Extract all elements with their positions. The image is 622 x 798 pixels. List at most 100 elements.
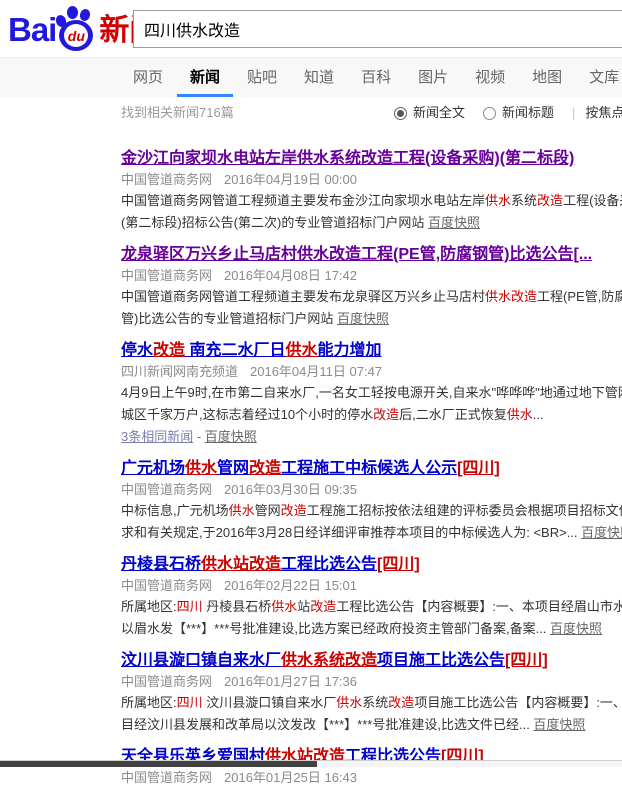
- title-text: 工程(PE管,防腐钢管)比选公告[...: [361, 246, 592, 263]
- title-text: 工程比选公告: [281, 556, 377, 573]
- same-news-link[interactable]: 3条相同新闻: [121, 429, 193, 444]
- snippet-text: 工程(PE管,防腐钢: [537, 289, 622, 304]
- snippet-text: 项目施工比选公告【内容概要】:一、本项: [414, 695, 622, 710]
- search-input[interactable]: [133, 10, 622, 48]
- title-text: 工程施工中标候选人公示: [281, 460, 457, 477]
- result-meta: 中国管道商务网 2016年02月22日 15:01: [121, 576, 622, 596]
- result-date: 2016年03月30日 09:35: [224, 482, 357, 497]
- snippet-text: 4月9日上午9时,在市第二自来水厂,一名女工轻按电源开关,自来水"哗哗哗"地通过…: [121, 385, 622, 400]
- baidu-snapshot-link[interactable]: 百度快照: [550, 621, 602, 636]
- radio-fulltext-icon[interactable]: [394, 107, 407, 120]
- nav-tab-label: 百科: [361, 69, 391, 86]
- title-text: 广元机场: [121, 460, 185, 477]
- title-highlight: 供水系统改造: [281, 652, 377, 669]
- news-result: 龙泉驿区万兴乡止马店村供水改造工程(PE管,防腐钢管)比选公告[...中国管道商…: [121, 244, 622, 330]
- nav-tab-label: 知道: [304, 69, 334, 86]
- nav-tab-baike[interactable]: 百科: [361, 58, 391, 97]
- result-source: 中国管道商务网: [121, 578, 212, 593]
- news-result: 广元机场供水管网改造工程施工中标候选人公示[四川]中国管道商务网2016年03月…: [121, 458, 622, 544]
- result-meta: 中国管道商务网2016年04月08日 17:42: [121, 266, 622, 286]
- title-text: 金沙江向家坝水电站左岸: [121, 150, 297, 167]
- result-date: 2016年02月22日 15:01: [224, 578, 357, 593]
- snippet-highlight: 四川: [177, 599, 203, 614]
- result-title-link[interactable]: 广元机场供水管网改造工程施工中标候选人公示[四川]: [121, 458, 622, 480]
- nav-tab-wenku[interactable]: 文库: [589, 58, 619, 97]
- result-source: 中国管道商务网: [121, 172, 212, 187]
- snippet-text: 中标信息,广元机场: [121, 503, 229, 518]
- result-title-link[interactable]: 龙泉驿区万兴乡止马店村供水改造工程(PE管,防腐钢管)比选公告[...: [121, 244, 622, 266]
- result-snippet-line: 3条相同新闻 - 百度快照: [121, 426, 622, 448]
- title-highlight: 供水系统改造: [297, 150, 393, 167]
- result-date: 2016年01月27日 17:36: [224, 674, 357, 689]
- snippet-highlight: 改造: [388, 695, 414, 710]
- title-highlight: [四川]: [377, 556, 420, 573]
- news-result: 天全县乐英乡爱国村供水站改造工程比选公告[四川]中国管道商务网2016年01月2…: [121, 746, 622, 788]
- snippet-text: 以眉水发【***】***号批准建设,比选方案已经政府投资主管部门备案,备案...: [121, 621, 550, 636]
- snippet-text: 所属地区:: [121, 695, 177, 710]
- result-meta: 四川新闻网南充频道2016年04月11日 07:47: [121, 362, 622, 382]
- nav-tab-map[interactable]: 地图: [532, 58, 562, 97]
- result-snippet-line: 中国管道商务网管道工程频道主要发布金沙江向家坝水电站左岸供水系统改造工程(设备采…: [121, 190, 622, 212]
- nav-tab-label: 网页: [133, 69, 163, 86]
- result-snippet-line: 所属地区:四川 汶川县漩口镇自来水厂供水系统改造项目施工比选公告【内容概要】:一…: [121, 692, 622, 714]
- scrollbar-thumb[interactable]: [0, 761, 317, 767]
- snippet-highlight: 供水: [336, 695, 362, 710]
- nav-tab-news[interactable]: 新闻: [190, 58, 220, 97]
- title-highlight: 供水: [185, 460, 217, 477]
- result-snippet-line: 所属地区:四川 丹棱县石桥供水站改造工程比选公告【内容概要】:一、本项目经眉山市…: [121, 596, 622, 618]
- title-text: 南充二水厂日: [185, 342, 285, 359]
- nav-tab-tieba[interactable]: 贴吧: [247, 58, 277, 97]
- baidu-snapshot-link[interactable]: 百度快照: [337, 311, 389, 326]
- result-title-link[interactable]: 停水改造 南充二水厂日供水能力增加: [121, 340, 622, 362]
- horizontal-scrollbar[interactable]: [0, 760, 622, 767]
- result-date: 2016年04月11日 07:47: [250, 364, 382, 379]
- snippet-text: 中国管道商务网管道工程频道主要发布龙泉驿区万兴乡止马店村: [121, 289, 485, 304]
- result-snippet-line: 求和有关规定,于2016年3月28日经详细评审推荐本项目的中标候选人为: <BR…: [121, 522, 622, 544]
- baidu-snapshot-link[interactable]: 百度快照: [533, 717, 585, 732]
- result-title-link[interactable]: 丹棱县石桥供水站改造工程比选公告[四川]: [121, 554, 622, 576]
- nav-tab-label: 图片: [418, 69, 448, 86]
- result-title-link[interactable]: 汶川县漩口镇自来水厂供水系统改造项目施工比选公告[四川]: [121, 650, 622, 672]
- results-list: 金沙江向家坝水电站左岸供水系统改造工程(设备采购)(第二标段)中国管道商务网20…: [121, 125, 622, 798]
- title-text: 丹棱县石桥: [121, 556, 201, 573]
- nav-tab-video[interactable]: 视频: [475, 58, 505, 97]
- nav-tab-image[interactable]: 图片: [418, 58, 448, 97]
- link-separator: -: [193, 429, 205, 444]
- search-scope-controls: 新闻全文 新闻标题 | 按焦点排序: [394, 103, 622, 123]
- result-snippet-line: 4月9日上午9时,在市第二自来水厂,一名女工轻按电源开关,自来水"哗哗哗"地通过…: [121, 382, 622, 404]
- result-snippet-line: 中国管道商务网管道工程频道主要发布龙泉驿区万兴乡止马店村供水改造工程(PE管,防…: [121, 286, 622, 308]
- snippet-text: 工程比选公告【内容概要】:一、本项目经眉山市水利: [336, 599, 622, 614]
- title-highlight: 供水: [285, 342, 317, 359]
- snippet-highlight: 改造: [373, 407, 399, 422]
- result-snippet-line: (第二标段)招标公告(第二次)的专业管道招标门户网站 百度快照: [121, 212, 622, 234]
- snippet-highlight: 供水: [485, 193, 511, 208]
- title-highlight: 改造: [249, 460, 281, 477]
- result-date: 2016年04月08日 17:42: [224, 268, 357, 283]
- result-snippet-line: 以眉水发【***】***号批准建设,比选方案已经政府投资主管部门备案,备案...…: [121, 618, 622, 640]
- nav-tab-zhidao[interactable]: 知道: [304, 58, 334, 97]
- snippet-text: 丹棱县石桥: [203, 599, 272, 614]
- result-date: 2016年01月25日 16:43: [224, 770, 357, 785]
- snippet-text: 系统: [362, 695, 388, 710]
- result-source: 中国管道商务网: [121, 770, 212, 785]
- title-text: 龙泉驿区万兴乡止马店村: [121, 246, 297, 263]
- title-text: 停水: [121, 342, 153, 359]
- radio-title-icon[interactable]: [483, 107, 496, 120]
- radio-fulltext-label[interactable]: 新闻全文: [413, 103, 465, 123]
- baidu-snapshot-link[interactable]: 百度快照: [581, 525, 622, 540]
- sort-by-focus-link[interactable]: 按焦点排序: [585, 103, 622, 123]
- snippet-text: 系统: [511, 193, 537, 208]
- result-title-link[interactable]: 金沙江向家坝水电站左岸供水系统改造工程(设备采购)(第二标段): [121, 148, 622, 170]
- snippet-highlight: 改造: [310, 599, 336, 614]
- snippet-text: 工程(设备采购): [563, 193, 622, 208]
- nav-tab-webpage[interactable]: 网页: [133, 58, 163, 97]
- snippet-text: 求和有关规定,于2016年3月28日经详细评审推荐本项目的中标候选人为: <BR…: [121, 525, 581, 540]
- nav-tab-label: 新闻: [190, 69, 220, 86]
- baidu-snapshot-link[interactable]: 百度快照: [428, 215, 480, 230]
- title-text: 汶川县漩口镇自来水厂: [121, 652, 281, 669]
- result-meta: 中国管道商务网2016年04月19日 00:00: [121, 170, 622, 190]
- title-text: 管网: [217, 460, 249, 477]
- baidu-snapshot-link[interactable]: 百度快照: [205, 429, 257, 444]
- title-highlight: 改造: [153, 342, 185, 359]
- radio-title-label[interactable]: 新闻标题: [502, 103, 554, 123]
